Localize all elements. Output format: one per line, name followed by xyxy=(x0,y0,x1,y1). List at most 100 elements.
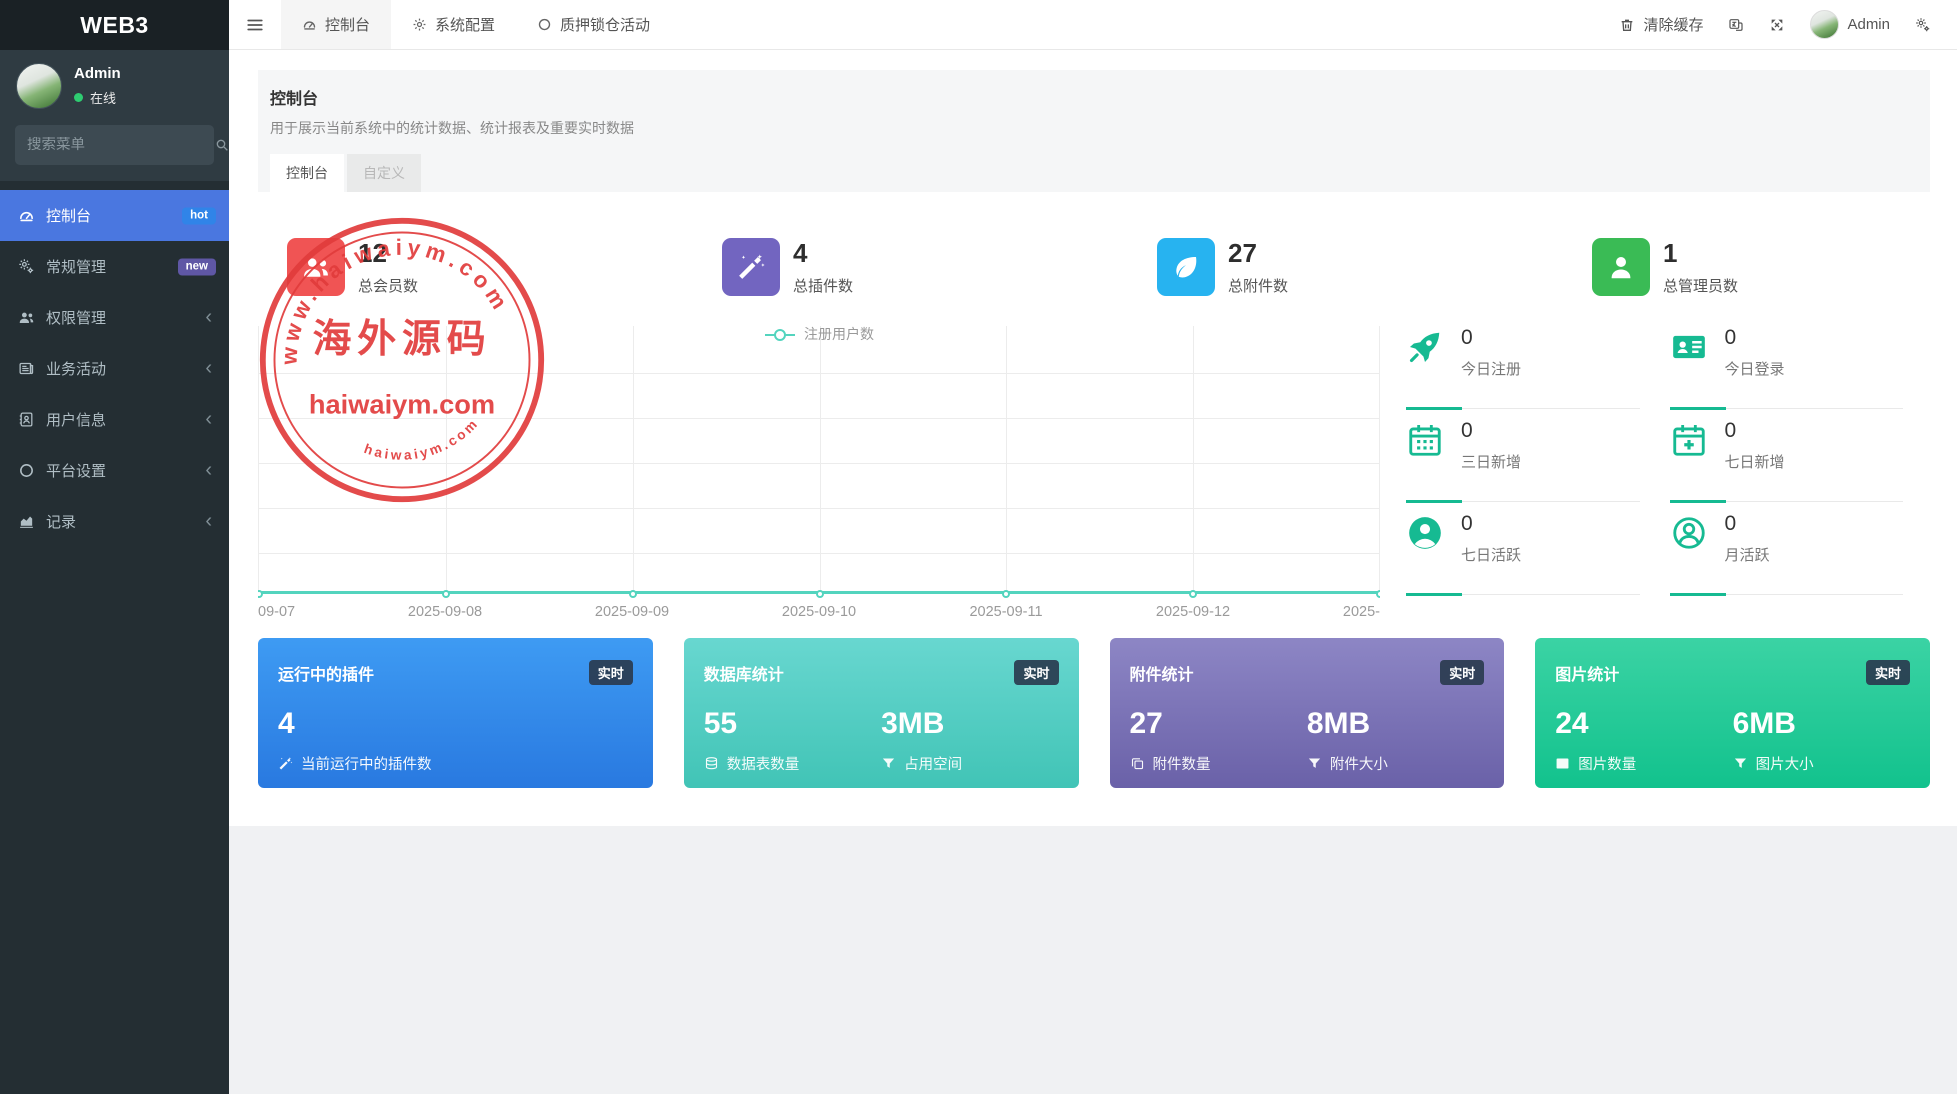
chevron-left-icon xyxy=(205,307,212,327)
fullscreen-button[interactable] xyxy=(1769,17,1785,33)
legend-line-marker-icon xyxy=(765,334,795,336)
data-point[interactable] xyxy=(1189,590,1197,598)
circle-icon xyxy=(18,462,35,479)
clear-cache-button[interactable]: 清除缓存 xyxy=(1619,14,1703,35)
card-attachment-stats[interactable]: 附件统计 实时 27 附件数量 8MB xyxy=(1110,638,1505,788)
newspaper-icon xyxy=(18,360,35,377)
dashboard-panel: 控制台 用于展示当前系统中的统计数据、统计报表及重要实时数据 控制台 自定义 1… xyxy=(229,50,1957,826)
chart-section: 注册用户数 xyxy=(258,326,1930,624)
filter-icon xyxy=(881,756,896,771)
metric-value: 27 xyxy=(1130,707,1307,741)
x-tick: 2025-09-10 xyxy=(782,604,856,620)
data-point[interactable] xyxy=(816,590,824,598)
new-badge: new xyxy=(178,258,216,275)
data-point[interactable] xyxy=(1002,590,1010,598)
x-tick: 2025-09-07 xyxy=(258,604,295,620)
card-title: 附件统计 xyxy=(1130,661,1194,685)
sidebar-search xyxy=(15,125,214,165)
area-chart-icon xyxy=(18,513,35,530)
summary-cards-row: 运行中的插件 实时 4 当前运行中的插件数 数据库统计 实时 xyxy=(258,638,1930,788)
bars-icon xyxy=(246,16,264,34)
stats-row: 12 总会员数 4 总插件数 27 总附件数 xyxy=(258,238,1930,296)
sidebar: WEB3 Admin 在线 控制台 hot 常规管理 new xyxy=(0,0,229,1094)
hamburger-menu-button[interactable] xyxy=(229,0,281,49)
mini-stat-value: 0 xyxy=(1725,512,1770,536)
address-book-icon xyxy=(18,411,35,428)
tab-dashboard[interactable]: 控制台 xyxy=(270,154,344,192)
user-circle-icon xyxy=(1406,512,1448,557)
chevron-left-icon xyxy=(205,409,212,429)
topbar-tab-label: 质押锁仓活动 xyxy=(560,14,650,35)
metric-label: 附件大小 xyxy=(1330,753,1388,774)
sidebar-item-dashboard[interactable]: 控制台 hot xyxy=(0,190,229,241)
sidebar-item-label: 权限管理 xyxy=(46,307,106,328)
user-menu[interactable]: Admin xyxy=(1810,10,1890,39)
metric-value: 55 xyxy=(704,707,881,741)
sidebar-menu: 控制台 hot 常规管理 new 权限管理 业务活动 用户信息 平台设置 xyxy=(0,190,229,547)
topbar-tab-label: 系统配置 xyxy=(435,14,495,35)
database-icon xyxy=(704,756,719,771)
x-tick: 2025-09-09 xyxy=(595,604,669,620)
card-running-plugins[interactable]: 运行中的插件 实时 4 当前运行中的插件数 xyxy=(258,638,653,788)
clear-cache-label: 清除缓存 xyxy=(1643,14,1703,35)
mini-stats-grid: 0 今日注册 0 今日登录 xyxy=(1406,326,1903,624)
topbar-tab-system-config[interactable]: 系统配置 xyxy=(391,0,516,49)
stat-total-admins: 1 总管理员数 xyxy=(1592,238,1738,296)
card-database-stats[interactable]: 数据库统计 实时 55 数据表数量 3MB xyxy=(684,638,1079,788)
stat-value: 27 xyxy=(1228,240,1288,266)
stat-total-plugins: 4 总插件数 xyxy=(722,238,1157,296)
avatar xyxy=(1810,10,1839,39)
x-tick: 2025-09-08 xyxy=(408,604,482,620)
chart-grid: 注册用户数 xyxy=(258,326,1380,594)
rocket-icon xyxy=(1406,326,1448,371)
users-icon xyxy=(287,238,345,296)
stat-total-members: 12 总会员数 xyxy=(287,238,722,296)
x-tick: 2025-09-12 xyxy=(1156,604,1230,620)
data-point[interactable] xyxy=(258,590,263,598)
sidebar-item-label: 业务活动 xyxy=(46,358,106,379)
data-point[interactable] xyxy=(442,590,450,598)
sidebar-item-platform[interactable]: 平台设置 xyxy=(0,445,229,496)
hot-badge: hot xyxy=(182,207,216,224)
sidebar-item-records[interactable]: 记录 xyxy=(0,496,229,547)
users-icon xyxy=(18,309,35,326)
sidebar-item-permissions[interactable]: 权限管理 xyxy=(0,292,229,343)
card-image-stats[interactable]: 图片统计 实时 24 图片数量 6MB xyxy=(1535,638,1930,788)
online-dot-icon xyxy=(74,93,83,102)
mini-stat-label: 三日新增 xyxy=(1461,451,1521,472)
gauge-icon xyxy=(18,207,35,224)
sidebar-item-label: 记录 xyxy=(46,511,76,532)
topbar-tab-staking-activity[interactable]: 质押锁仓活动 xyxy=(516,0,671,49)
topbar-tab-dashboard[interactable]: 控制台 xyxy=(281,0,391,49)
user-icon xyxy=(1592,238,1650,296)
main-content: 控制台 用于展示当前系统中的统计数据、统计报表及重要实时数据 控制台 自定义 1… xyxy=(229,50,1957,1094)
data-point[interactable] xyxy=(1376,590,1380,598)
registered-users-chart[interactable]: 注册用户数 xyxy=(258,326,1380,624)
metric-value: 8MB xyxy=(1307,707,1484,741)
sidebar-item-business[interactable]: 业务活动 xyxy=(0,343,229,394)
stat-value: 12 xyxy=(358,240,418,266)
topbar: 控制台 系统配置 质押锁仓活动 清除缓存 Admin xyxy=(229,0,1957,50)
magic-wand-icon xyxy=(278,756,293,771)
user-status: 在线 xyxy=(74,88,121,107)
stat-value: 1 xyxy=(1663,240,1738,266)
settings-button[interactable] xyxy=(1915,17,1931,33)
user-menu-label: Admin xyxy=(1847,16,1890,33)
mini-stat-7day-new: 0 七日新增 xyxy=(1670,419,1904,512)
tab-custom[interactable]: 自定义 xyxy=(347,154,421,192)
data-point[interactable] xyxy=(629,590,637,598)
sidebar-item-userinfo[interactable]: 用户信息 xyxy=(0,394,229,445)
chevron-left-icon xyxy=(205,511,212,531)
filter-icon xyxy=(1733,756,1748,771)
chevron-left-icon xyxy=(205,358,212,378)
filter-icon xyxy=(1307,756,1322,771)
mini-stat-today-register: 0 今日注册 xyxy=(1406,326,1640,419)
language-button[interactable] xyxy=(1728,17,1744,33)
search-input[interactable] xyxy=(27,137,214,153)
sidebar-item-general[interactable]: 常规管理 new xyxy=(0,241,229,292)
card-title: 运行中的插件 xyxy=(278,661,374,685)
avatar[interactable] xyxy=(16,63,62,109)
gauge-icon xyxy=(302,17,317,32)
chart-legend[interactable]: 注册用户数 xyxy=(259,326,1380,344)
topbar-actions: 清除缓存 Admin xyxy=(1619,10,1957,39)
